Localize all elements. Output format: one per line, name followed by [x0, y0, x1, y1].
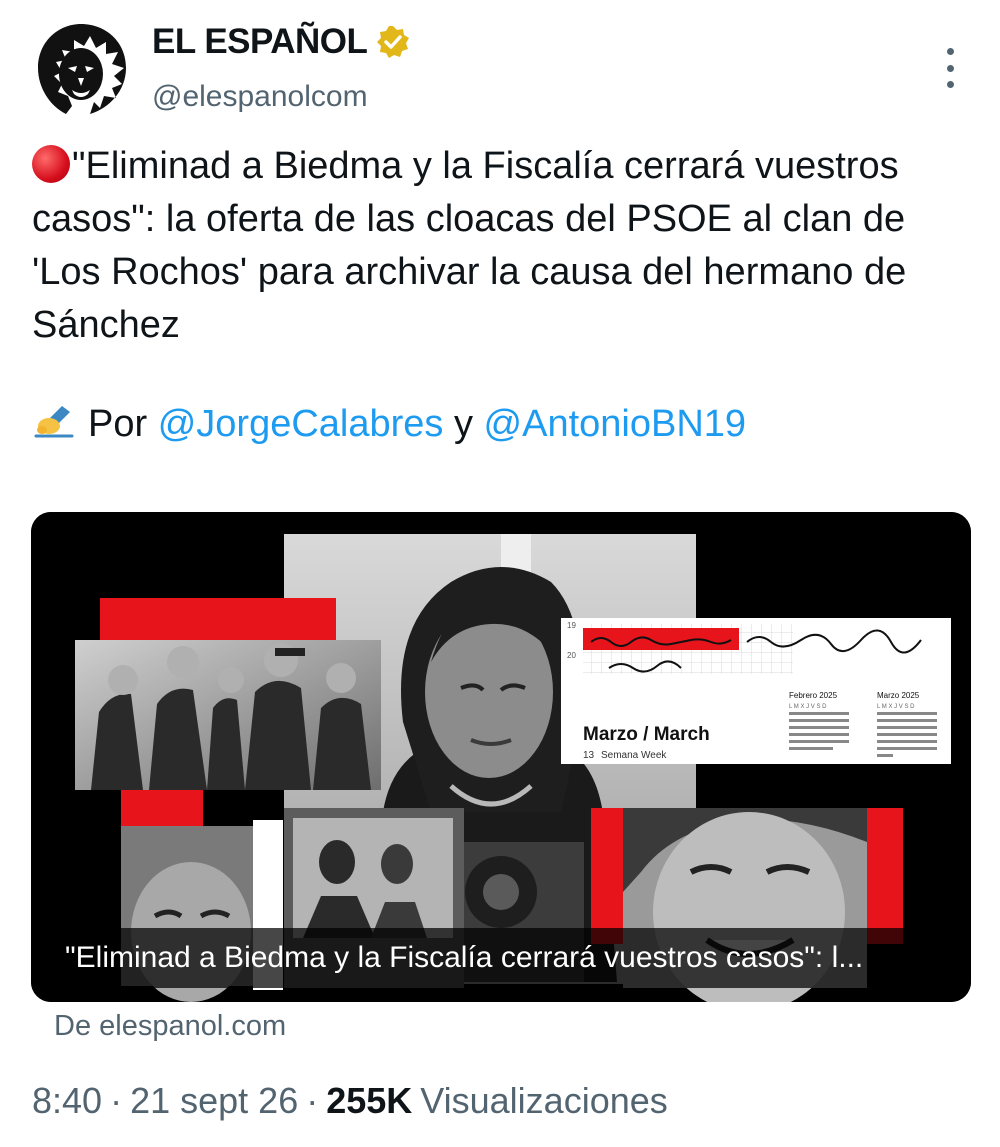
- mini-weekdays-1: L M X J V S D: [789, 704, 827, 710]
- calendar-title: Marzo / March: [583, 724, 710, 745]
- writing-hand-icon: [34, 406, 74, 438]
- dot-icon: [946, 81, 954, 88]
- more-options-icon[interactable]: [938, 48, 962, 88]
- calendar-week-number: 13: [583, 750, 595, 761]
- calendar-row-19: 19: [567, 621, 576, 630]
- link-source[interactable]: De elespanol.com: [54, 1010, 286, 1043]
- mini-month-1: Febrero 2025: [789, 691, 838, 700]
- byline-connector: y: [453, 403, 473, 445]
- tweet-time[interactable]: 8:40: [32, 1080, 102, 1122]
- dot-icon: [946, 64, 954, 72]
- card-caption[interactable]: "Eliminad a Biedma y la Fiscalía cerrará…: [51, 928, 951, 988]
- tweet-date[interactable]: 21 sept 26: [130, 1080, 298, 1122]
- red-block: [100, 598, 336, 642]
- name-row: EL ESPAÑOL: [152, 22, 411, 62]
- byline: Por @JorgeCalabres y @AntonioBN19: [32, 398, 746, 451]
- display-name[interactable]: EL ESPAÑOL: [152, 22, 368, 62]
- dot-icon: [946, 48, 954, 55]
- calendar-row-20: 20: [567, 651, 576, 660]
- mention-antoniobn19[interactable]: @AntonioBN19: [484, 403, 747, 445]
- mini-month-2: Marzo 2025: [877, 691, 920, 700]
- card-caption-text: "Eliminad a Biedma y la Fiscalía cerrará…: [65, 941, 864, 974]
- byline-prefix: Por: [88, 403, 148, 445]
- link-card[interactable]: 19 20 Marzo / March 13 Semana Week Febre…: [31, 512, 971, 1002]
- views-label[interactable]: Visualizaciones: [420, 1080, 667, 1122]
- calendar-week-label: Semana Week: [601, 750, 667, 761]
- tweet-body: "Eliminad a Biedma y la Fiscalía cerrará…: [32, 145, 907, 346]
- red-circle-icon: [32, 145, 70, 183]
- account-handle[interactable]: @elespanolcom: [152, 80, 368, 114]
- mini-weekdays-2: L M X J V S D: [877, 704, 915, 710]
- tweet-text: "Eliminad a Biedma y la Fiscalía cerrará…: [32, 140, 972, 352]
- tweet-header: EL ESPAÑOL @elespanolcom: [0, 0, 1000, 130]
- mention-jorgecalabres[interactable]: @JorgeCalabres: [158, 403, 444, 445]
- meta-separator: ·: [110, 1080, 123, 1121]
- verified-badge-icon[interactable]: [375, 24, 411, 60]
- tweet-meta: 8:40 · 21 sept 26 · 255K Visualizaciones: [32, 1080, 668, 1122]
- lion-logo-icon: [28, 16, 134, 122]
- views-count[interactable]: 255K: [326, 1080, 412, 1122]
- avatar[interactable]: [28, 16, 134, 122]
- meta-separator: ·: [306, 1080, 319, 1121]
